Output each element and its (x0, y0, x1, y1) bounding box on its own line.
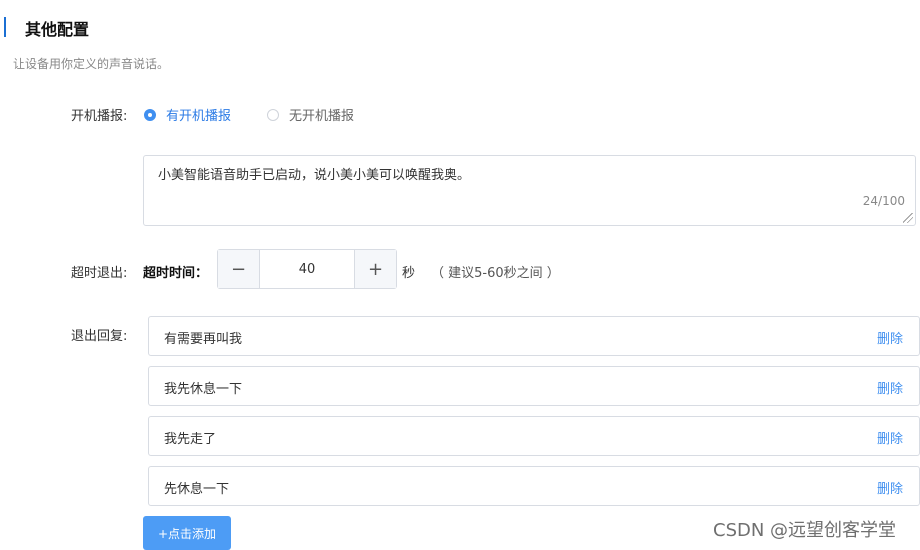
resize-handle-icon[interactable] (903, 213, 913, 223)
timeout-hint: （ 建议5-60秒之间 ） (431, 266, 560, 281)
watermark: CSDN @远望创客学堂 (713, 520, 897, 541)
reply-item[interactable]: 我先休息一下 删除 (148, 366, 920, 406)
timeout-field-label: 超时时间： (143, 266, 209, 281)
radio-unchecked-icon[interactable] (267, 108, 279, 121)
reply-item[interactable]: 我先走了 删除 (148, 416, 920, 456)
char-count: 24/100 (862, 194, 905, 208)
reply-item[interactable]: 先休息一下 删除 (148, 466, 920, 506)
boot-broadcast-label: 开机播报: (71, 109, 128, 124)
delete-button[interactable]: 删除 (877, 378, 903, 397)
section-description: 让设备用你定义的声音说话。 (13, 57, 170, 71)
timeout-stepper[interactable]: − 40 + (217, 249, 397, 289)
reply-text: 先休息一下 (164, 482, 230, 497)
delete-button[interactable]: 删除 (877, 478, 903, 497)
timeout-value[interactable]: 40 (260, 250, 354, 288)
add-reply-button[interactable]: +点击添加 (143, 516, 231, 550)
radio-label-boot-on: 有开机播报 (166, 109, 232, 124)
delete-button[interactable]: 删除 (877, 428, 903, 447)
radio-option-boot-on[interactable]: 有开机播报 (144, 105, 231, 124)
reply-text: 有需要再叫我 (164, 332, 243, 347)
plus-icon[interactable]: + (354, 250, 396, 288)
reply-item[interactable]: 有需要再叫我 删除 (148, 316, 920, 356)
section-title: 其他配置 (25, 20, 90, 39)
exit-reply-label: 退出回复: (71, 329, 128, 344)
minus-icon[interactable]: − (218, 250, 260, 288)
timeout-unit: 秒 (402, 266, 416, 281)
radio-checked-icon[interactable] (144, 108, 156, 121)
radio-option-boot-off[interactable]: 无开机播报 (267, 105, 354, 124)
reply-text: 我先走了 (164, 432, 217, 447)
section-accent-bar (4, 17, 6, 37)
timeout-label: 超时退出: (71, 266, 128, 281)
delete-button[interactable]: 删除 (877, 328, 903, 347)
radio-label-boot-off: 无开机播报 (289, 109, 355, 124)
reply-text: 我先休息一下 (164, 382, 243, 397)
boot-message-text: 小美智能语音助手已启动，说小美小美可以唤醒我奥。 (158, 168, 471, 183)
boot-message-textarea[interactable]: 小美智能语音助手已启动，说小美小美可以唤醒我奥。 24/100 (143, 155, 916, 226)
